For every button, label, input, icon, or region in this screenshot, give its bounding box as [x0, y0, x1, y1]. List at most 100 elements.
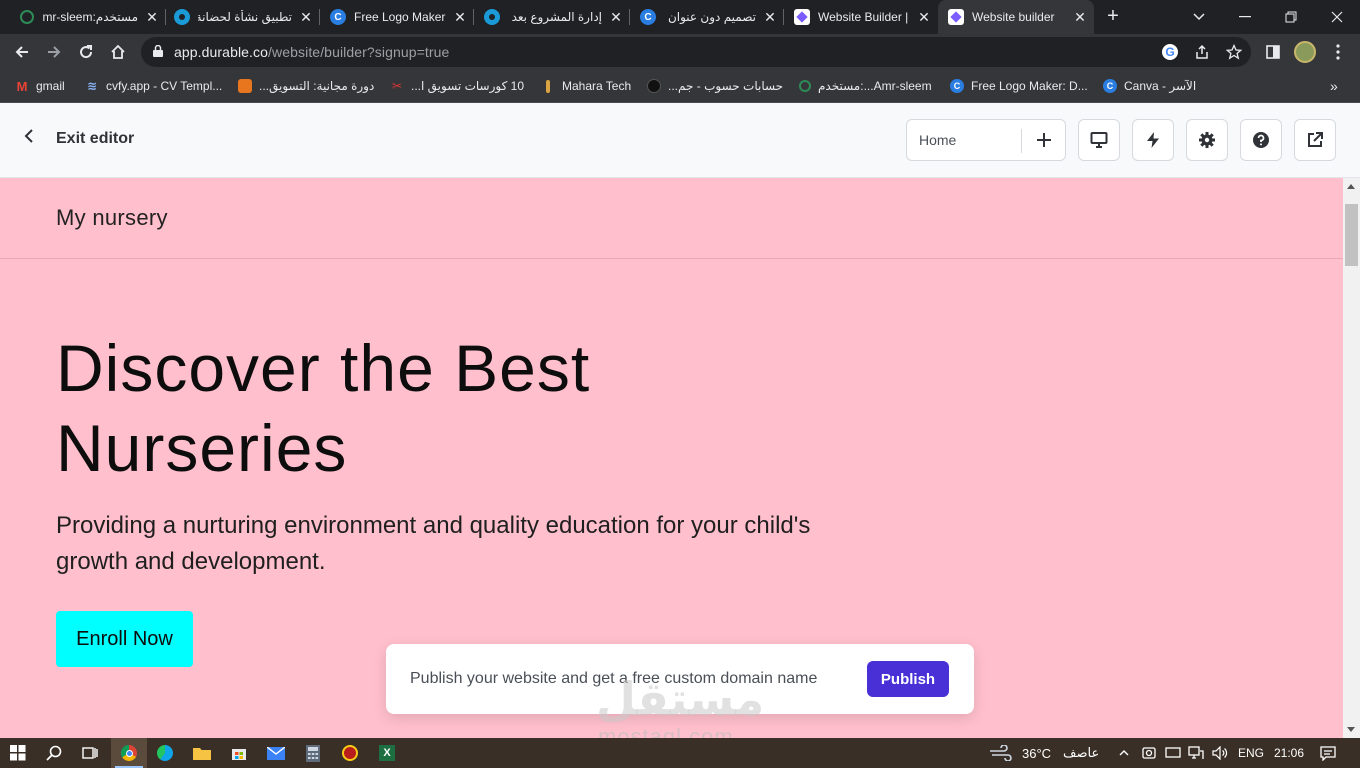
clock[interactable]: 21:06 [1274, 738, 1304, 768]
bookmark-item[interactable]: مستخدم:...Amr-sleem [799, 77, 932, 95]
close-icon[interactable]: ✕ [916, 9, 932, 26]
excel-icon[interactable]: X [369, 738, 405, 768]
url-text: app.durable.co/website/builder?signup=tr… [174, 44, 449, 60]
bookmarks-bar: M gmail ≋ cvfy.app - CV Templ... دورة مج… [0, 70, 1360, 103]
green-swirl-icon [20, 10, 34, 24]
browser-toolbar: app.durable.co/website/builder?signup=tr… [0, 34, 1360, 70]
weather-widget[interactable]: 36°C عاصف [988, 738, 1099, 768]
browser-tab[interactable]: إدارة المشروع بعد ✕ [474, 0, 630, 34]
browser-tab[interactable]: مستخدم:mr-sleem ✕ [8, 0, 166, 34]
bookmark-star-icon[interactable] [1225, 43, 1243, 61]
tray-chevron-up-icon[interactable] [1116, 738, 1132, 768]
minimize-icon[interactable] [1222, 0, 1268, 34]
camera-icon[interactable] [1140, 738, 1158, 768]
publish-button[interactable]: Publish [867, 661, 949, 697]
tab-title: تطبيق نشأة لحضانة [198, 10, 292, 24]
help-icon [1253, 132, 1269, 148]
reload-icon[interactable] [71, 37, 101, 67]
windows-start-icon[interactable] [0, 738, 36, 768]
bookmark-label: 10 كورسات تسويق ا... [411, 79, 525, 93]
close-icon[interactable]: ✕ [144, 9, 160, 26]
browser-tab[interactable]: Website Builder | ✕ [784, 0, 938, 34]
url-host: app.durable.co [174, 44, 269, 60]
more-bookmarks-icon[interactable]: » [1330, 77, 1338, 95]
settings-button[interactable] [1186, 119, 1228, 161]
kebab-menu-icon[interactable] [1323, 37, 1353, 67]
side-panel-icon[interactable] [1258, 37, 1288, 67]
app-red-icon[interactable] [332, 738, 368, 768]
red-bookmark-icon: ✂ [391, 79, 403, 93]
restore-icon[interactable] [1268, 0, 1314, 34]
bookmark-item[interactable]: C Canva - الآسر [1103, 77, 1196, 95]
tab-search-chevron-icon[interactable] [1176, 0, 1222, 34]
browser-tab[interactable]: C Free Logo Maker ✕ [320, 0, 474, 34]
scroll-down-icon[interactable] [1347, 727, 1355, 732]
tab-title: إدارة المشروع بعد [511, 10, 602, 24]
bookmark-item[interactable]: M gmail [15, 77, 65, 95]
address-bar[interactable]: app.durable.co/website/builder?signup=tr… [141, 37, 1251, 67]
canva-icon: C [330, 9, 346, 25]
scrollbar-thumb[interactable] [1345, 204, 1358, 266]
search-icon[interactable] [36, 738, 72, 768]
canva-icon: C [950, 79, 964, 93]
share-icon[interactable] [1193, 43, 1211, 61]
task-view-icon[interactable] [72, 738, 108, 768]
bookmark-item[interactable]: ✂ 10 كورسات تسويق ا... [390, 77, 524, 95]
hero-title[interactable]: Discover the Best Nurseries [56, 328, 856, 488]
browser-tab[interactable]: تطبيق نشأة لحضانة ✕ [166, 0, 320, 34]
store-icon[interactable] [221, 738, 257, 768]
editor-header: Exit editor Home [0, 103, 1360, 178]
chrome-taskbar-icon[interactable] [111, 738, 147, 768]
close-window-icon[interactable] [1314, 0, 1360, 34]
exit-editor-button[interactable]: Exit editor [24, 129, 134, 148]
page-scrollbar[interactable] [1343, 178, 1360, 738]
wind-icon [990, 745, 1012, 761]
home-icon[interactable] [103, 37, 133, 67]
add-page-icon[interactable] [1022, 120, 1066, 160]
browser-tab-active[interactable]: Website builder ✕ [938, 0, 1094, 34]
close-icon[interactable]: ✕ [298, 9, 314, 26]
site-header[interactable]: My nursery [0, 178, 1343, 259]
notifications-icon[interactable] [1318, 738, 1338, 768]
calculator-icon[interactable] [295, 738, 331, 768]
edge-icon[interactable] [147, 738, 183, 768]
bookmark-item[interactable]: C Free Logo Maker: D... [950, 77, 1088, 95]
ai-boost-button[interactable] [1132, 119, 1174, 161]
mail-icon[interactable] [258, 738, 294, 768]
weather-temp: 36°C [1022, 745, 1052, 761]
bookmark-item[interactable]: حسابات حسوب - جم... [647, 77, 783, 95]
bookmark-item[interactable]: Mahara Tech [541, 77, 631, 95]
close-icon[interactable]: ✕ [608, 9, 624, 26]
display-icon[interactable] [1164, 738, 1182, 768]
volume-icon[interactable] [1210, 738, 1230, 768]
help-button[interactable] [1240, 119, 1282, 161]
new-tab-plus-icon[interactable]: + [1102, 5, 1124, 27]
bookmark-label: مستخدم:...Amr-sleem [818, 79, 932, 93]
gmail-icon: M [16, 78, 28, 94]
browser-tab[interactable]: C تصميم دون عنوان ✕ [630, 0, 784, 34]
close-icon[interactable]: ✕ [452, 9, 468, 26]
bottle-icon [541, 79, 555, 93]
close-icon[interactable]: ✕ [762, 9, 778, 26]
weather-text: عاصف [1063, 745, 1100, 760]
forward-icon[interactable] [39, 37, 69, 67]
exit-editor-label: Exit editor [56, 129, 135, 147]
hero-subtitle[interactable]: Providing a nurturing environment and qu… [56, 508, 836, 580]
back-icon[interactable] [7, 37, 37, 67]
scroll-up-icon[interactable] [1347, 184, 1355, 189]
bookmark-label: gmail [36, 79, 65, 93]
bookmark-item[interactable]: دورة مجانية: التسويق... [238, 77, 374, 95]
close-icon[interactable]: ✕ [1072, 9, 1088, 26]
network-icon[interactable] [1187, 738, 1205, 768]
enroll-now-button[interactable]: Enroll Now [56, 611, 193, 667]
lock-icon [153, 45, 163, 57]
bookmark-item[interactable]: ≋ cvfy.app - CV Templ... [85, 77, 222, 95]
file-explorer-icon[interactable] [184, 738, 220, 768]
google-icon[interactable]: G [1161, 43, 1179, 61]
avatar[interactable] [1290, 37, 1320, 67]
language-indicator[interactable]: ENG [1238, 738, 1264, 768]
open-site-button[interactable] [1294, 119, 1336, 161]
site-name[interactable]: My nursery [56, 205, 168, 231]
desktop-preview-button[interactable] [1078, 119, 1120, 161]
page-selector[interactable]: Home [906, 119, 1066, 161]
